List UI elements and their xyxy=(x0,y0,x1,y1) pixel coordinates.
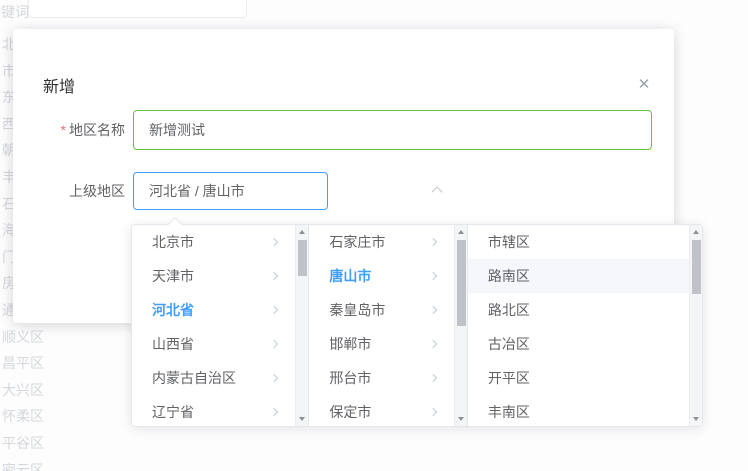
cascader-option[interactable]: 秦皇岛市 xyxy=(309,293,453,327)
background-region-list-item: 大兴区 xyxy=(2,377,122,404)
close-icon: ✕ xyxy=(638,76,651,93)
expand-arrow-icon xyxy=(429,374,437,382)
expand-arrow-icon xyxy=(429,306,437,314)
cascader-option[interactable]: 邯郸市 xyxy=(309,327,453,361)
scroll-down-icon[interactable] xyxy=(458,417,464,421)
scrollbar-thumb[interactable] xyxy=(298,240,307,276)
region-name-input[interactable] xyxy=(133,110,652,150)
parent-region-label: 上级地区 xyxy=(13,171,125,211)
parent-region-cascader-input[interactable] xyxy=(133,172,328,210)
expand-arrow-icon xyxy=(270,272,278,280)
cascader-option[interactable]: 邢台市 xyxy=(309,361,453,395)
cascader-option[interactable]: 路南区 xyxy=(468,259,689,293)
expand-arrow-icon xyxy=(270,374,278,382)
scroll-up-icon[interactable] xyxy=(458,230,464,234)
scrollbar-thumb[interactable] xyxy=(692,240,701,294)
cascader-option[interactable]: 保定市 xyxy=(309,395,453,426)
keyword-search-label: 关键词 xyxy=(0,2,29,22)
required-asterisk: * xyxy=(61,122,66,138)
chevron-up-icon xyxy=(431,186,442,197)
cascader-option[interactable]: 山西省 xyxy=(132,327,295,361)
scrollbar-thumb[interactable] xyxy=(457,240,466,326)
dialog-close-button[interactable]: ✕ xyxy=(632,73,656,97)
scrollbar[interactable] xyxy=(689,225,702,426)
cascader-option[interactable]: 丰南区 xyxy=(468,395,689,426)
scroll-down-icon[interactable] xyxy=(299,417,305,421)
expand-arrow-icon xyxy=(429,238,437,246)
screen: 关键词 北京市 市辖区 东城区 西城区 朝阳区 丰台区 石景山区 海淀区 门头沟… xyxy=(0,0,748,471)
cascader-column-provinces: 北京市 天津市 河北省 山西省 xyxy=(132,225,309,426)
background-region-list-item: 平谷区 xyxy=(2,430,122,457)
expand-arrow-icon xyxy=(270,238,278,246)
background-region-list-item: 怀柔区 xyxy=(2,403,122,430)
scroll-up-icon[interactable] xyxy=(299,230,305,234)
background-region-list-item: 昌平区 xyxy=(2,350,122,377)
cascader-column-cities: 石家庄市 唐山市 秦皇岛市 邯郸市 xyxy=(309,225,467,426)
scroll-down-icon[interactable] xyxy=(693,417,699,421)
scrollbar[interactable] xyxy=(454,225,467,426)
expand-arrow-icon xyxy=(270,408,278,416)
scrollbar[interactable] xyxy=(295,225,308,426)
cascader-option[interactable]: 河北省 xyxy=(132,293,295,327)
cascader-option[interactable]: 北京市 xyxy=(132,225,295,259)
expand-arrow-icon xyxy=(429,340,437,348)
region-name-label: *地区名称 xyxy=(13,110,125,150)
cascader-option[interactable]: 石家庄市 xyxy=(309,225,453,259)
cascader-option[interactable]: 市辖区 xyxy=(468,225,689,259)
cascader-option[interactable]: 内蒙古自治区 xyxy=(132,361,295,395)
expand-arrow-icon xyxy=(270,306,278,314)
expand-arrow-icon xyxy=(429,408,437,416)
background-region-list-item: 顺义区 xyxy=(2,324,122,351)
cascader-column-districts: 市辖区 路南区 路北区 古冶区 xyxy=(468,225,702,426)
cascader-option[interactable]: 路北区 xyxy=(468,293,689,327)
scroll-up-icon[interactable] xyxy=(693,230,699,234)
keyword-search-input[interactable] xyxy=(28,0,247,18)
background-region-list-item: 密云区 xyxy=(2,457,122,471)
dialog-title: 新增 xyxy=(43,73,75,97)
cascader-option[interactable]: 开平区 xyxy=(468,361,689,395)
cascader-option[interactable]: 天津市 xyxy=(132,259,295,293)
expand-arrow-icon xyxy=(429,272,437,280)
cascader-option[interactable]: 唐山市 xyxy=(309,259,453,293)
cascader-dropdown: 北京市 天津市 河北省 山西省 xyxy=(131,224,703,427)
expand-arrow-icon xyxy=(270,340,278,348)
cascader-option[interactable]: 古冶区 xyxy=(468,327,689,361)
cascader-option[interactable]: 辽宁省 xyxy=(132,395,295,426)
